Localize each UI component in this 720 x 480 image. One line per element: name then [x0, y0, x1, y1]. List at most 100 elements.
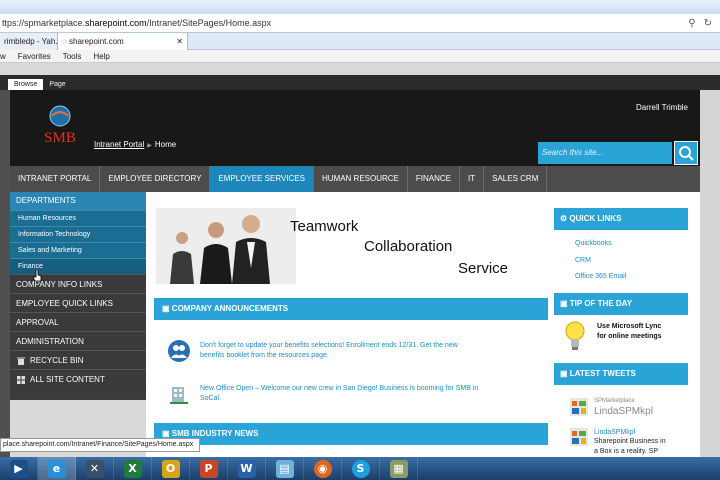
- browser-tab-yahoo[interactable]: rimbledp - Yah...: [0, 33, 62, 50]
- link-quickbooks[interactable]: Quickbooks: [575, 240, 612, 247]
- dept-information-technology[interactable]: Information Technology: [10, 226, 146, 242]
- quick-links-title: QUICK LINKS: [569, 214, 622, 223]
- nav-administration[interactable]: ADMINISTRATION: [10, 331, 146, 350]
- tab-label: sharepoint.com: [69, 36, 124, 46]
- nav-employee-directory[interactable]: EMPLOYEE DIRECTORY: [100, 166, 211, 192]
- nav-employee-quick-links[interactable]: EMPLOYEE QUICK LINKS: [10, 293, 146, 312]
- dept-sales-and-marketing[interactable]: Sales and Marketing: [10, 242, 146, 258]
- loading-icon: ◌: [62, 36, 67, 46]
- nav-finance[interactable]: FINANCE: [408, 166, 461, 192]
- nav-it[interactable]: IT: [460, 166, 485, 192]
- announcement-text-line: SoCal.: [200, 395, 222, 402]
- browser-tab-sharepoint[interactable]: ◌ sharepoint.com ✕: [58, 33, 188, 50]
- taskbar-notes[interactable]: ▤: [266, 457, 304, 480]
- tab-browse[interactable]: Browse: [8, 79, 44, 90]
- main-content: Teamwork Collaboration Service ▣ COMPANY…: [146, 192, 700, 457]
- taskbar-firefox[interactable]: ◉: [304, 457, 342, 480]
- tweet-line: a Box is a reality. SP: [594, 448, 659, 455]
- taskbar-word[interactable]: W: [228, 457, 266, 480]
- taskbar-skype[interactable]: S: [342, 457, 380, 480]
- recycle-bin-label: RECYCLE BIN: [30, 356, 84, 365]
- top-nav: INTRANET PORTAL EMPLOYEE DIRECTORY EMPLO…: [10, 166, 700, 192]
- browser-menu-bar: w Favorites Tools Help: [0, 50, 720, 63]
- search-input[interactable]: Search this site...: [538, 142, 672, 164]
- firefox-icon: ◉: [313, 459, 332, 478]
- breadcrumb-home: Home: [154, 140, 177, 149]
- url-text[interactable]: ttps://spmarketplace.sharepoint.com/Intr…: [0, 18, 688, 28]
- departments-heading[interactable]: DEPARTMENTS: [10, 192, 146, 210]
- magnifier-icon: [679, 146, 694, 161]
- tweet-text: Sharepoint Business in a Box is a realit…: [594, 437, 666, 457]
- banner-line-collaboration: Collaboration: [364, 238, 453, 255]
- taskbar-outlook[interactable]: O: [152, 457, 190, 480]
- announcement-item[interactable]: New Office Open – Welcome our new crew i…: [200, 384, 478, 404]
- excel-icon: X: [123, 459, 142, 478]
- company-announcements-header: ▣ COMPANY ANNOUNCEMENTS: [154, 298, 548, 320]
- url-prefix: ttps://spmarketplace.: [2, 18, 86, 28]
- tip-of-the-day-title: TIP OF THE DAY: [569, 299, 633, 308]
- search-button[interactable]: [674, 141, 698, 165]
- tip-text: Use Microsoft Lync for online meetings: [597, 322, 662, 342]
- close-icon[interactable]: ✕: [176, 34, 183, 50]
- user-name-menu[interactable]: Darrell Trimble: [636, 103, 688, 112]
- banner-line-teamwork: Teamwork: [290, 218, 359, 235]
- banner-line-service: Service: [458, 260, 509, 277]
- address-bar[interactable]: ttps://spmarketplace.sharepoint.com/Intr…: [0, 14, 720, 33]
- browser-title-bar: [0, 0, 720, 14]
- taskbar-start-button[interactable]: ▶: [0, 457, 38, 480]
- taskbar-internet-explorer[interactable]: e: [38, 457, 76, 480]
- breadcrumb-arrow-icon: ▶: [147, 143, 152, 149]
- building-icon: [170, 387, 188, 404]
- refresh-icon[interactable]: ↻: [704, 18, 712, 29]
- notes-icon: ▤: [275, 459, 294, 478]
- tab-page[interactable]: Page: [43, 79, 71, 90]
- menu-view[interactable]: w: [0, 50, 6, 62]
- nav-all-site-content[interactable]: ALL SITE CONTENT: [10, 369, 146, 388]
- search-icon[interactable]: ⚲: [688, 18, 695, 29]
- tweets-icon: ▣: [560, 369, 568, 378]
- nav-intranet-portal[interactable]: INTRANET PORTAL: [10, 166, 101, 192]
- nav-employee-services[interactable]: EMPLOYEE SERVICES: [210, 166, 314, 192]
- dept-human-resources[interactable]: Human Resources: [10, 210, 146, 226]
- nav-company-info-links[interactable]: COMPANY INFO LINKS: [10, 274, 146, 293]
- nav-human-resource[interactable]: HUMAN RESOURCE: [314, 166, 408, 192]
- app-icon: ▦: [389, 459, 408, 478]
- nav-sales-crm[interactable]: SALES CRM: [484, 166, 548, 192]
- breadcrumb: Intranet Portal ▶ Home: [94, 140, 176, 149]
- latest-tweets-header: ▣ LATEST TWEETS: [554, 363, 688, 385]
- taskbar-other-app[interactable]: ▦: [380, 457, 418, 480]
- menu-help[interactable]: Help: [93, 50, 109, 62]
- xsplit-icon: ✕: [85, 459, 104, 478]
- tweet-profile-name[interactable]: LindaSPMkpl: [594, 406, 653, 417]
- logo-text: SMB: [44, 130, 76, 146]
- announcement-text-line: benefits booklet from the resources page…: [200, 352, 329, 359]
- play-icon: ▶: [9, 459, 28, 478]
- link-crm[interactable]: CRM: [575, 257, 591, 264]
- taskbar-powerpoint[interactable]: P: [190, 457, 228, 480]
- browser-tab-row: rimbledp - Yah... ◌ sharepoint.com ✕: [0, 33, 720, 50]
- announcement-item[interactable]: Don't forget to update your benefits sel…: [200, 341, 458, 361]
- powerpoint-icon: P: [199, 459, 218, 478]
- all-site-content-label: ALL SITE CONTENT: [30, 375, 105, 384]
- links-icon: ⚙: [560, 214, 568, 223]
- dept-finance[interactable]: Finance: [10, 258, 146, 274]
- link-office-365-email[interactable]: Office 365 Email: [575, 273, 626, 280]
- tip-icon: ▣: [560, 299, 568, 308]
- smb-logo[interactable]: SMB: [38, 104, 82, 150]
- taskbar-excel[interactable]: X: [114, 457, 152, 480]
- menu-favorites[interactable]: Favorites: [18, 50, 51, 62]
- nav-approval[interactable]: APPROVAL: [10, 312, 146, 331]
- company-announcements-title: COMPANY ANNOUNCEMENTS: [171, 304, 289, 313]
- menu-tools[interactable]: Tools: [63, 50, 82, 62]
- lightbulb-icon: [565, 321, 585, 350]
- tip-line: Use Microsoft Lync: [597, 323, 662, 330]
- team-photo-image: [156, 208, 296, 284]
- grid-icon: [17, 375, 25, 384]
- nav-recycle-bin[interactable]: RECYCLE BIN: [10, 350, 146, 369]
- breadcrumb-intranet-portal[interactable]: Intranet Portal: [94, 140, 144, 149]
- windows-taskbar: ▶ e ✕ X O P W ▤ ◉ S ▦: [0, 457, 720, 480]
- latest-tweets-title: LATEST TWEETS: [569, 369, 636, 378]
- status-bar-url: place.sharepoint.com/Intranet/Finance/Si…: [0, 438, 200, 452]
- taskbar-xsplit[interactable]: ✕: [76, 457, 114, 480]
- site-header: Darrell Trimble SMB Intranet Portal ▶ Home…: [10, 90, 700, 166]
